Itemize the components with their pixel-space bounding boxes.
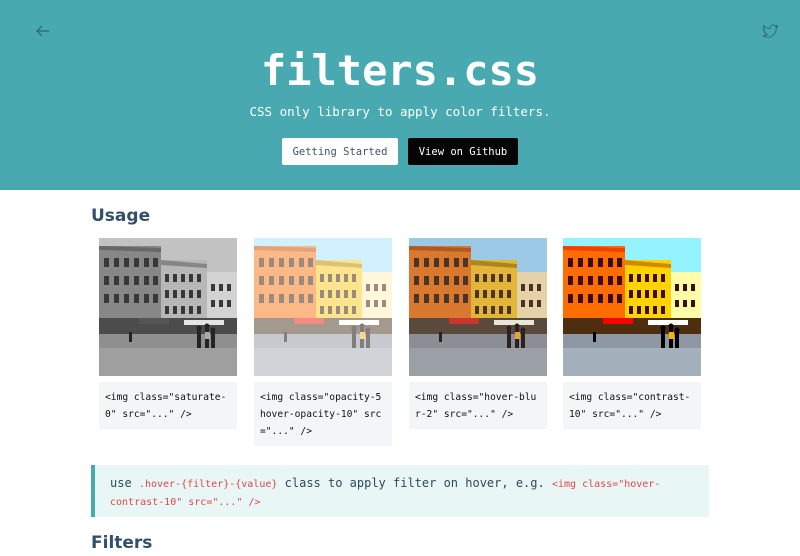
page-subtitle: CSS only library to apply color filters.	[249, 104, 551, 119]
tip-prefix: use	[110, 476, 132, 490]
code-snippet: <img class="opacity-5 hover-opacity-10" …	[254, 382, 392, 446]
code-snippet: <img class="contrast-10" src="..." />	[563, 382, 701, 429]
usage-card-opacity: <img class="opacity-5 hover-opacity-10" …	[254, 238, 392, 446]
hover-tip-callout: use .hover-{filter}-{value} class to app…	[91, 465, 709, 517]
example-photo	[563, 238, 701, 376]
tip-class-code: .hover-{filter}-{value}	[138, 479, 278, 490]
filters-heading: Filters	[91, 533, 153, 553]
tip-text: class to apply filter on hover, e.g.	[284, 476, 545, 490]
twitter-icon[interactable]	[761, 22, 779, 40]
example-photo[interactable]	[254, 238, 392, 376]
code-snippet: <img class="saturate-0" src="..." />	[99, 382, 237, 429]
example-photo[interactable]	[409, 238, 547, 376]
usage-card-contrast: <img class="contrast-10" src="..." />	[563, 238, 701, 429]
usage-heading: Usage	[91, 206, 151, 226]
example-photo	[99, 238, 237, 376]
hero-banner: filters.css CSS only library to apply co…	[0, 0, 800, 190]
view-on-github-button[interactable]: View on Github	[408, 138, 518, 165]
getting-started-button[interactable]: Getting Started	[282, 138, 398, 165]
arrow-left-icon[interactable]	[34, 22, 52, 40]
code-snippet: <img class="hover-blur-2" src="..." />	[409, 382, 547, 429]
page-title: filters.css	[260, 46, 540, 95]
usage-card-saturate: <img class="saturate-0" src="..." />	[99, 238, 237, 429]
usage-card-hover-blur: <img class="hover-blur-2" src="..." />	[409, 238, 547, 429]
